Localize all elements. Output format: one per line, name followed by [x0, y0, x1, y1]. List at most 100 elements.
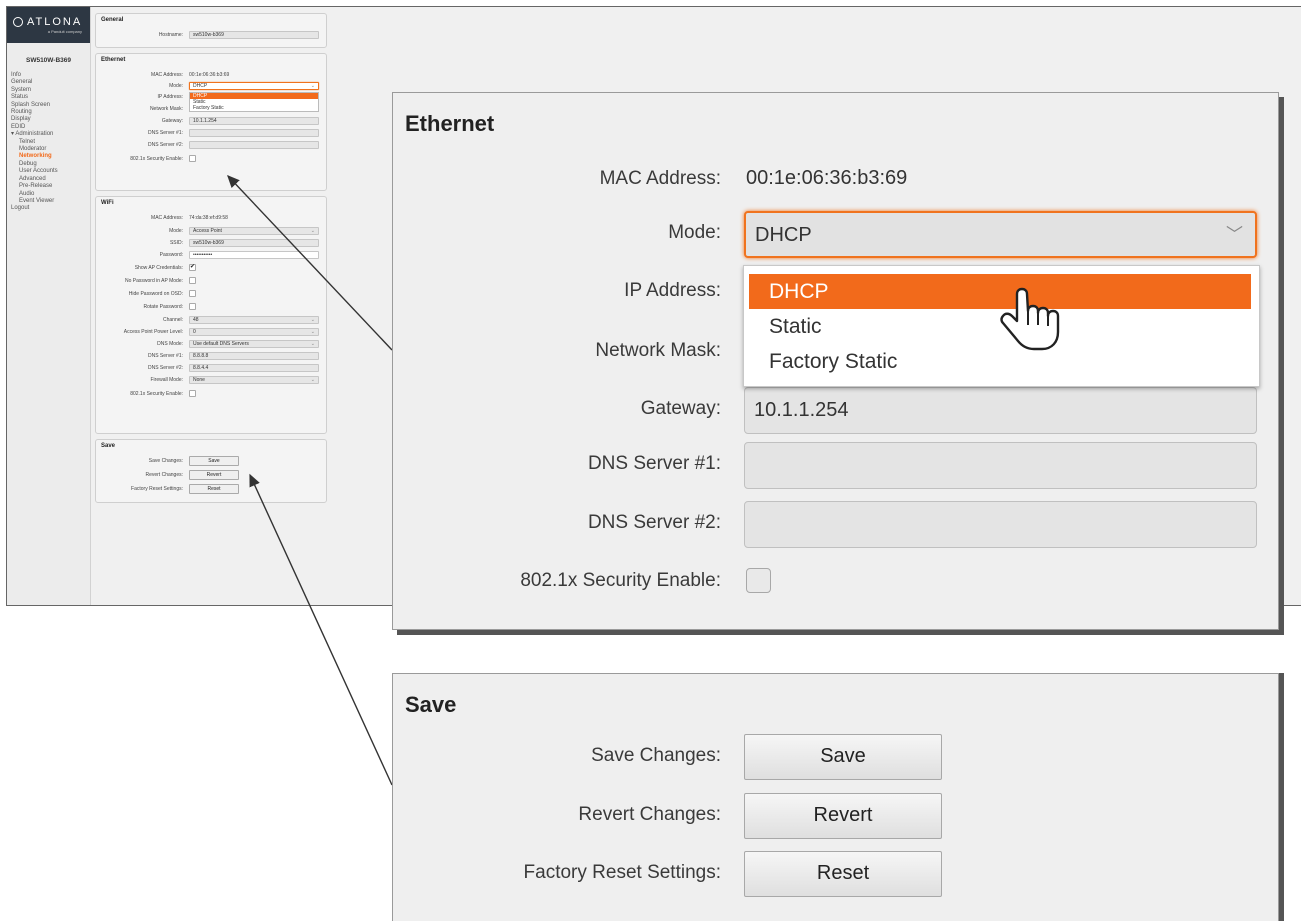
dns1-input[interactable] [189, 129, 319, 137]
dns-mode-label: DNS Mode: [157, 341, 183, 347]
wifi-dns1-input[interactable]: 8.8.8.8 [189, 352, 319, 360]
sidebar-item-moderator[interactable]: Moderator [11, 146, 90, 153]
sidebar-item-pre-release[interactable]: Pre-Release [11, 183, 90, 190]
mask-label: Network Mask: [595, 340, 721, 361]
security-label: 802.1x Security Enable: [520, 570, 721, 591]
gateway-label: Gateway: [161, 118, 183, 124]
sidebar-item-edid[interactable]: EDID [11, 124, 90, 131]
ssid-label: SSID: [169, 240, 183, 246]
power-select[interactable]: 0 ⌄ [189, 328, 319, 336]
save-button[interactable]: Save [744, 734, 942, 780]
factory-reset-label: Factory Reset Settings: [523, 862, 721, 883]
dns2-input[interactable] [744, 501, 1257, 548]
sidebar-item-networking[interactable]: Networking [11, 153, 90, 160]
wifi-mode-select[interactable]: Access Point ⌄ [189, 227, 319, 235]
power-label: Access Point Power Level: [123, 329, 183, 335]
wifi-mac-label: MAC Address: [151, 215, 183, 221]
chevron-down-icon: ⌄ [310, 83, 315, 89]
revert-button[interactable]: Revert [744, 793, 942, 839]
sidebar-item-display[interactable]: Display [11, 116, 90, 123]
chevron-down-icon: ⌄ [310, 329, 315, 335]
dns-mode-select[interactable]: Use default DNS Servers ⌄ [189, 340, 319, 348]
chevron-down-icon: ⌄ [310, 228, 315, 234]
hide-password-label: Hide Password on OSD: [128, 291, 183, 297]
mode-select[interactable]: DHCP ﹀ [744, 211, 1257, 258]
sidebar-item-event-viewer[interactable]: Event Viewer [11, 198, 90, 205]
save-button[interactable]: Save [189, 456, 239, 466]
password-label: Password: [159, 252, 183, 258]
security-label: 802.1x Security Enable: [130, 156, 183, 162]
sidebar-item-telnet[interactable]: Telnet [11, 139, 90, 146]
ssid-input[interactable]: sw510w-b369 [189, 239, 319, 247]
dropdown-option-factory-static[interactable]: Factory Static [190, 105, 318, 111]
channel-value: 48 [193, 317, 199, 323]
general-panel: General Hostname: sw510w-b369 [95, 13, 327, 48]
factory-reset-label: Factory Reset Settings: [131, 486, 183, 492]
save-panel-mini: Save Save Changes: Save Revert Changes: … [95, 439, 327, 503]
reset-button[interactable]: Reset [189, 484, 239, 494]
sidebar-item-info[interactable]: Info [11, 72, 90, 79]
security-checkbox[interactable] [189, 155, 196, 162]
revert-changes-label: Revert Changes: [578, 804, 721, 825]
mode-select-value: DHCP [193, 83, 208, 89]
firewall-label: Firewall Mode: [150, 377, 183, 383]
firewall-select[interactable]: None ⌄ [189, 376, 319, 384]
channel-select[interactable]: 48 ⌄ [189, 316, 319, 324]
wifi-security-checkbox[interactable] [189, 390, 196, 397]
rotate-password-checkbox[interactable] [189, 303, 196, 310]
dns2-label: DNS Server #2: [587, 512, 721, 533]
sidebar-item-debug[interactable]: Debug [11, 161, 90, 168]
dns1-input[interactable] [744, 442, 1257, 489]
panel-title: WiFi [101, 200, 114, 206]
wifi-dns2-input[interactable]: 8.8.4.4 [189, 364, 319, 372]
sidebar-item-logout[interactable]: Logout [11, 205, 90, 212]
mode-label: Mode: [169, 83, 183, 89]
password-input[interactable]: ••••••••••• [189, 251, 319, 259]
sidebar-item-system[interactable]: System [11, 87, 90, 94]
save-changes-label: Save Changes: [148, 458, 183, 464]
gateway-input[interactable]: 10.1.1.254 [744, 387, 1257, 434]
sidebar-item-administration[interactable]: ▾ Administration [11, 131, 90, 138]
stage: ATLONA a Panduit company SW510W-B369 Inf… [0, 0, 1301, 921]
sidebar: ATLONA a Panduit company SW510W-B369 Inf… [7, 7, 91, 605]
show-ap-checkbox[interactable]: ✔ [189, 264, 196, 271]
dns1-label: DNS Server #1: [147, 130, 183, 136]
show-ap-label: Show AP Credentials: [134, 265, 183, 271]
panel-title: Save [101, 443, 116, 449]
save-zoom-panel: Save Save Changes: Save Revert Changes: … [392, 673, 1279, 921]
revert-button[interactable]: Revert [189, 470, 239, 480]
mac-value: 00:1e:06:36:b3:69 [746, 167, 908, 189]
no-password-checkbox[interactable] [189, 277, 196, 284]
wifi-mac-value: 74:da:38:ef:d9:58 [189, 215, 228, 221]
wifi-dns2-label: DNS Server #2: [147, 365, 183, 371]
ip-label: IP Address: [624, 280, 721, 301]
sidebar-item-audio[interactable]: Audio [11, 191, 90, 198]
dns2-input[interactable] [189, 141, 319, 149]
mode-select[interactable]: DHCP ⌄ [189, 82, 319, 90]
sidebar-item-general[interactable]: General [11, 79, 90, 86]
gateway-input[interactable]: 10.1.1.254 [189, 117, 319, 125]
mask-label: Network Mask: [149, 106, 183, 112]
ethernet-panel: Ethernet MAC Address: 00:1e:06:36:b3:69 … [95, 53, 327, 191]
security-checkbox[interactable] [746, 568, 771, 593]
hide-password-checkbox[interactable] [189, 290, 196, 297]
hand-pointer-icon [1000, 287, 1060, 351]
sidebar-item-status[interactable]: Status [11, 94, 90, 101]
sidebar-item-user-accounts[interactable]: User Accounts [11, 168, 90, 175]
reset-button[interactable]: Reset [744, 851, 942, 897]
sidebar-item-splash-screen[interactable]: Splash Screen [11, 102, 90, 109]
wifi-dns1-label: DNS Server #1: [147, 353, 183, 359]
logo-text: ATLONA [27, 16, 83, 28]
ethernet-zoom-panel: Ethernet MAC Address: 00:1e:06:36:b3:69 … [392, 92, 1279, 630]
logo-subtext: a Panduit company [47, 29, 82, 34]
dns-mode-value: Use default DNS Servers [193, 341, 249, 347]
gateway-label: Gateway: [640, 398, 721, 419]
sidebar-item-advanced[interactable]: Advanced [11, 176, 90, 183]
mac-label: MAC Address: [599, 168, 721, 189]
channel-label: Channel: [162, 317, 183, 323]
hostname-input[interactable]: sw510w-b369 [189, 31, 319, 39]
sidebar-item-routing[interactable]: Routing [11, 109, 90, 116]
panel-title: Save [405, 692, 457, 717]
power-value: 0 [193, 329, 196, 335]
mac-value: 00:1e:06:36:b3:69 [189, 72, 230, 78]
